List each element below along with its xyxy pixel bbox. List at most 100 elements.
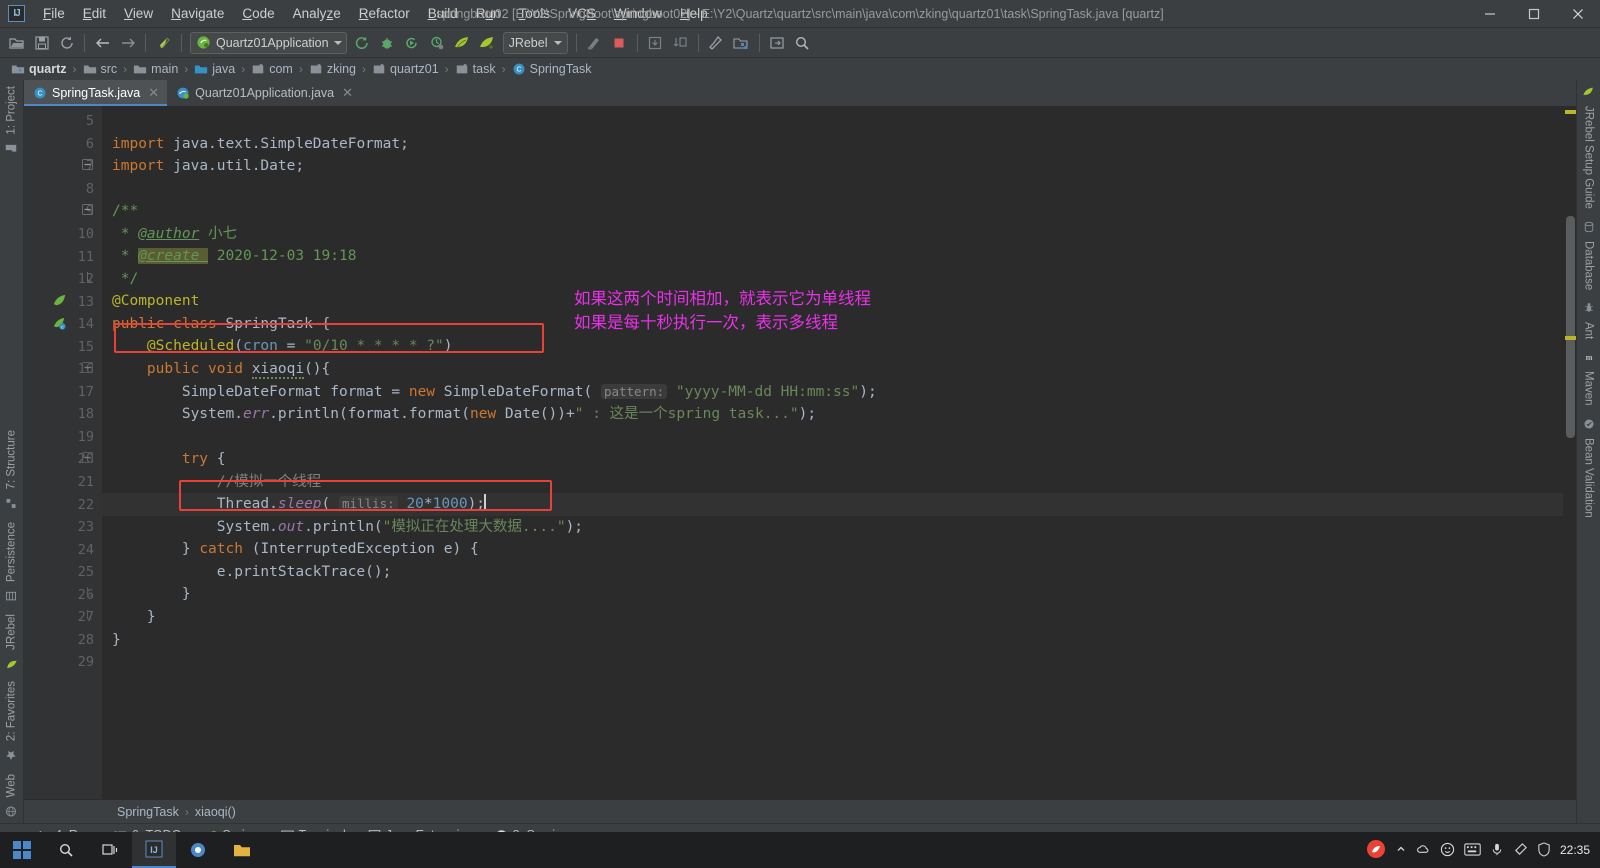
menu-tools[interactable]: Tools: [510, 2, 560, 25]
close-button[interactable]: [1556, 0, 1600, 28]
taskbar-clock[interactable]: 22:35: [1560, 843, 1590, 857]
code-line-27: }: [112, 609, 156, 626]
menu-window[interactable]: Window: [605, 2, 671, 25]
tab-springtask-java[interactable]: C SpringTask.java ✕: [24, 80, 168, 106]
breadcrumb-item-main[interactable]: main: [130, 61, 181, 77]
spring-component-icon[interactable]: c: [52, 316, 68, 332]
breadcrumb-item-com[interactable]: com: [248, 61, 296, 77]
sidebar-item-jrebel-setup-guide[interactable]: JRebel Setup Guide: [1577, 80, 1600, 215]
search-everywhere-icon[interactable]: [790, 31, 815, 55]
run-with-coverage-icon[interactable]: [400, 31, 425, 55]
close-icon[interactable]: ✕: [148, 85, 159, 101]
menu-code[interactable]: Code: [233, 2, 283, 25]
breadcrumb-item-quartz[interactable]: quartz: [8, 61, 70, 77]
forward-icon[interactable]: [115, 31, 140, 55]
editor-breadcrumb-class[interactable]: SpringTask: [114, 804, 182, 820]
jrebel-run-icon[interactable]: [450, 31, 475, 55]
toolbar-separator-6: [697, 33, 699, 52]
sidebar-item-web[interactable]: Web: [0, 768, 23, 823]
menu-analyze[interactable]: Analyze: [284, 2, 350, 25]
minimize-button[interactable]: [1468, 0, 1512, 28]
menu-navigate[interactable]: Navigate: [162, 2, 233, 25]
menu-edit[interactable]: Edit: [74, 2, 115, 25]
sync-icon[interactable]: [54, 31, 79, 55]
sidebar-item-jrebel[interactable]: JRebel: [0, 608, 23, 676]
breadcrumb-item-quartz01[interactable]: quartz01: [369, 61, 442, 77]
sidebar-item-ant[interactable]: Ant: [1577, 296, 1600, 345]
code-line-15: @Scheduled(cron = "0/10 * * * * ?"): [146, 338, 453, 355]
settings-icon[interactable]: [704, 31, 729, 55]
taskbar-start-button[interactable]: [0, 832, 44, 868]
undo-icon[interactable]: [151, 31, 176, 55]
warning-marker[interactable]: [1565, 110, 1576, 114]
sidebar-item-structure[interactable]: 7: Structure: [0, 424, 23, 515]
tray-keyboard-icon[interactable]: [1464, 842, 1481, 858]
fold-marker-icon[interactable]: [82, 451, 98, 467]
editor-scrollbar[interactable]: [1563, 106, 1576, 799]
build-icon[interactable]: [582, 31, 607, 55]
breadcrumb-item-src[interactable]: src: [80, 61, 121, 77]
tab-quartz01application-java[interactable]: Quartz01Application.java ✕: [167, 80, 362, 106]
sidebar-item-maven[interactable]: m Maven: [1577, 345, 1600, 412]
fold-marker-icon[interactable]: [82, 158, 98, 174]
menu-view[interactable]: View: [115, 2, 162, 25]
fold-end-marker-icon[interactable]: [82, 271, 98, 287]
taskbar-browser-app[interactable]: [176, 832, 220, 868]
tray-mic-icon[interactable]: [1490, 842, 1504, 859]
sidebar-item-bean-validation[interactable]: Bean Validation: [1577, 412, 1600, 524]
rerun-icon[interactable]: [668, 31, 693, 55]
sidebar-item-project[interactable]: 1: Project: [0, 80, 23, 161]
breadcrumb-item-java[interactable]: java: [191, 61, 238, 77]
menu-refactor[interactable]: Refactor: [350, 2, 419, 25]
taskbar-intellij-app[interactable]: IJ: [132, 832, 176, 868]
jrebel-debug-icon[interactable]: [475, 31, 500, 55]
menu-run[interactable]: Run: [467, 2, 510, 25]
tray-emoji-icon[interactable]: [1440, 842, 1455, 859]
project-structure-icon[interactable]: [729, 31, 754, 55]
debug-icon[interactable]: [375, 31, 400, 55]
profile-icon[interactable]: [425, 31, 450, 55]
update-app-icon[interactable]: [643, 31, 668, 55]
breadcrumb-item-zking[interactable]: zking: [306, 61, 359, 77]
tray-cloud-icon[interactable]: [1416, 842, 1431, 859]
code-line-23: System.out.println("模拟正在处理大数据....");: [216, 518, 584, 535]
run-icon[interactable]: [350, 31, 375, 55]
jrebel-selector[interactable]: JRebel: [502, 31, 568, 54]
menu-file[interactable]: File: [34, 2, 74, 25]
code-text-area[interactable]: import java.text.SimpleDateFormat; impor…: [102, 106, 1563, 799]
warning-marker-2[interactable]: [1565, 336, 1576, 340]
breadcrumb-item-springtask[interactable]: C SpringTask: [509, 61, 595, 77]
fold-marker-icon[interactable]: [82, 203, 98, 219]
code-line-28: }: [112, 631, 121, 648]
sidebar-item-persistence[interactable]: Persistence: [0, 516, 23, 608]
menu-help[interactable]: Help: [671, 2, 717, 25]
editor-breadcrumb-method[interactable]: xiaoqi(): [192, 804, 239, 820]
close-icon[interactable]: ✕: [342, 85, 353, 101]
select-in-icon[interactable]: [765, 31, 790, 55]
sogou-input-icon[interactable]: [1366, 839, 1386, 861]
stop-icon[interactable]: [607, 31, 632, 55]
sidebar-item-favorites[interactable]: 2: Favorites: [0, 675, 23, 767]
fold-end-marker-icon[interactable]: [82, 609, 98, 625]
sidebar-item-database[interactable]: Database: [1577, 215, 1600, 296]
run-configuration-selector[interactable]: Quartz01Application: [190, 31, 347, 54]
tray-tools-icon[interactable]: [1513, 842, 1528, 859]
taskbar-explorer-app[interactable]: [220, 832, 264, 868]
menu-vcs[interactable]: VCS: [559, 2, 605, 25]
tray-chevron-icon[interactable]: [1395, 843, 1407, 857]
scrollbar-thumb[interactable]: [1566, 216, 1575, 438]
menu-build[interactable]: Build: [419, 2, 467, 25]
save-all-icon[interactable]: [29, 31, 54, 55]
fold-end-marker-icon[interactable]: [82, 586, 98, 602]
editor-gutter[interactable]: 5 6 7 8 9 10 11 12 13 14 c 15 16 17 18 1…: [24, 106, 102, 799]
maximize-button[interactable]: [1512, 0, 1556, 28]
tray-shield-icon[interactable]: [1537, 841, 1551, 859]
back-icon[interactable]: [90, 31, 115, 55]
open-project-icon[interactable]: [4, 31, 29, 55]
spring-bean-icon[interactable]: [52, 293, 68, 309]
taskbar-task-view-icon[interactable]: [88, 832, 132, 868]
code-line-20: try {: [181, 451, 226, 468]
taskbar-search-icon[interactable]: [44, 832, 88, 868]
fold-marker-icon[interactable]: [82, 361, 98, 377]
breadcrumb-item-task[interactable]: task: [452, 61, 499, 77]
